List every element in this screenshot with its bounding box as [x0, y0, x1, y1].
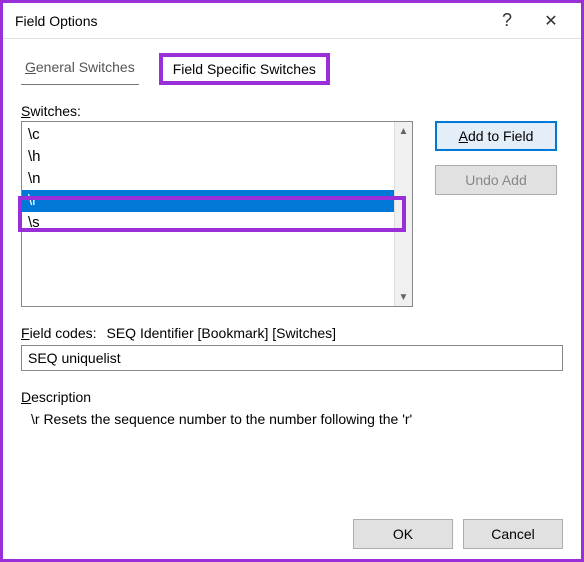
ok-button[interactable]: OK: [353, 519, 453, 549]
field-codes-label: Field codes:: [21, 325, 97, 341]
list-item-selected[interactable]: \r: [22, 190, 394, 212]
tab-strip: General Switches Field Specific Switches: [21, 53, 563, 85]
switches-label: Switches:: [21, 103, 563, 119]
close-button[interactable]: ✕: [529, 6, 573, 36]
description-label: Description: [21, 389, 563, 405]
field-codes-row: Field codes: SEQ Identifier [Bookmark] […: [21, 325, 563, 341]
list-item[interactable]: \c: [22, 124, 394, 146]
help-button[interactable]: ?: [485, 6, 529, 36]
scroll-down-icon[interactable]: ▼: [395, 288, 412, 306]
add-to-field-button[interactable]: Add to Field: [435, 121, 557, 151]
scrollbar[interactable]: ▲ ▼: [394, 122, 412, 306]
window-title: Field Options: [15, 13, 485, 29]
dialog-content: General Switches Field Specific Switches…: [3, 39, 581, 559]
tab-field-specific-switches[interactable]: Field Specific Switches: [159, 53, 330, 85]
list-item[interactable]: \n: [22, 168, 394, 190]
description-text: \r Resets the sequence number to the num…: [21, 405, 563, 433]
switches-listbox[interactable]: \c \h \n \r \s ▲ ▼: [21, 121, 413, 307]
field-codes-syntax: SEQ Identifier [Bookmark] [Switches]: [107, 325, 337, 341]
titlebar: Field Options ? ✕: [3, 3, 581, 39]
switches-list-inner: \c \h \n \r \s: [22, 122, 394, 306]
tab-general-switches[interactable]: General Switches: [21, 53, 139, 85]
side-buttons: Add to Field Undo Add: [435, 121, 557, 195]
scroll-up-icon[interactable]: ▲: [395, 122, 412, 140]
field-codes-input[interactable]: [21, 345, 563, 371]
dialog-footer: OK Cancel: [21, 507, 563, 549]
switches-row: \c \h \n \r \s ▲ ▼ Add to Field Undo Add: [21, 121, 563, 307]
dialog-window: Field Options ? ✕ General Switches Field…: [0, 0, 584, 562]
list-item[interactable]: \h: [22, 146, 394, 168]
cancel-button[interactable]: Cancel: [463, 519, 563, 549]
undo-add-button[interactable]: Undo Add: [435, 165, 557, 195]
list-item[interactable]: \s: [22, 212, 394, 234]
